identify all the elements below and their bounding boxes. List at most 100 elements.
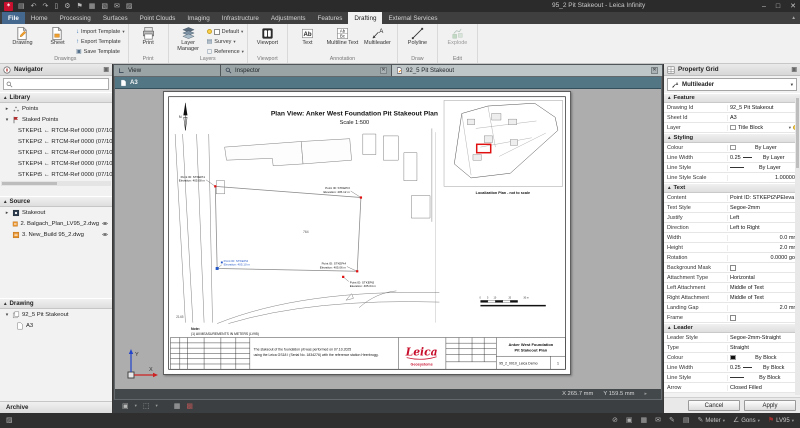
print-button[interactable]: Print [132, 25, 165, 47]
tab-processing[interactable]: Processing [54, 12, 97, 24]
tab-point-clouds[interactable]: Point Clouds [134, 12, 182, 24]
save-template-button[interactable]: ▣Save Template [76, 47, 125, 56]
property-row[interactable]: DirectionLeft to Right▾ [664, 223, 800, 233]
tab-infrastructure[interactable]: Infrastructure [216, 12, 265, 24]
tree-item-stkept4[interactable]: STKEPt4 ← RTCM-Ref 0000 (07/10/ [0, 158, 112, 169]
tree-item-sheet-a3[interactable]: A3 [0, 320, 112, 331]
unit-selector[interactable]: ✎Meter▾ [698, 417, 725, 424]
background-mask-checkbox[interactable] [730, 265, 736, 271]
background-image-icon[interactable]: ▨ [6, 417, 13, 424]
tree-item-stakeout[interactable]: ▸ Stakeout [0, 207, 112, 218]
selector-dropdown-icon[interactable]: ▾ [791, 82, 793, 88]
property-row-content[interactable]: ContentPoint ID: STKEPt2\PEleva [664, 193, 800, 203]
property-row-leader-line-style[interactable]: Line StyleBy Block▾ [664, 373, 800, 383]
tab-view[interactable]: View [114, 65, 220, 76]
active-layer-select[interactable]: Default▾ [207, 27, 244, 36]
drawing-button[interactable]: Drawing [6, 25, 39, 47]
property-row[interactable]: Text StyleSegoe-2mm▾ [664, 203, 800, 213]
property-row[interactable]: Left AttachmentMiddle of Text▾ [664, 283, 800, 293]
sheet-tab-a3[interactable]: A3 [115, 77, 661, 89]
source-section-header[interactable]: ▴Source [0, 196, 112, 207]
tab-external-services[interactable]: External Services [382, 12, 443, 24]
redo-icon[interactable]: ↷ [43, 3, 49, 10]
tree-item-newbuild-dwg[interactable]: 3. New_Build 95_2.dwg [0, 229, 112, 240]
property-row[interactable]: Landing Gap2.0 mm [664, 303, 800, 313]
pan-tool-icon[interactable]: ⬚ [143, 403, 150, 410]
viewport-button[interactable]: Viewport [251, 25, 284, 47]
tab-file[interactable]: File [2, 12, 25, 24]
drawing-canvas[interactable]: N Plan View: Anker West Foundation Pit S… [115, 89, 661, 389]
tree-item-stkept1[interactable]: STKEPt1 ← RTCM-Ref 0000 (07/10/ [0, 125, 112, 136]
tab-features[interactable]: Features [312, 12, 349, 24]
select-tool-dropdown-icon[interactable]: ▾ [135, 404, 137, 409]
explode-button[interactable]: Explode [441, 25, 474, 47]
tab-inspector[interactable]: Inspector ✕ [221, 65, 391, 76]
save-icon[interactable]: ▤ [18, 3, 25, 10]
folder-icon[interactable]: ▤ [683, 417, 690, 424]
multiline-text-button[interactable]: AbBc Multiline Text [326, 25, 359, 47]
minimize-button[interactable]: – [762, 3, 766, 10]
stake-point[interactable] [214, 185, 216, 187]
property-row[interactable]: Right AttachmentMiddle of Text▾ [664, 293, 800, 303]
dropdown-icon[interactable]: ▾ [789, 125, 791, 131]
reference-layer-select[interactable]: ▢Reference▾ [207, 47, 244, 56]
property-row-leader-colour[interactable]: ColourBy Block▾ [664, 353, 800, 363]
grid-snap-icon[interactable]: ▦ [641, 417, 648, 424]
import-template-button[interactable]: ↓Import Template▾ [76, 27, 125, 36]
entity-type-selector[interactable]: A Multileader ▾ [667, 78, 797, 91]
no-filter-icon[interactable]: ⊘ [612, 417, 618, 424]
visibility-eye-icon[interactable] [101, 220, 109, 227]
property-row[interactable]: TypeStraight▾ [664, 343, 800, 353]
tab-home[interactable]: Home [25, 12, 54, 24]
layer-manager-button[interactable]: Layer Manager [172, 25, 205, 53]
property-grid-scrollbar[interactable] [795, 96, 800, 395]
text-button[interactable]: Ab Text [291, 25, 324, 47]
property-row-background-mask[interactable]: Background Mask [664, 263, 800, 273]
property-row-arrow[interactable]: ArrowClosed Filled▾ [664, 383, 800, 393]
property-row-layer[interactable]: LayerTitle Block▾ [664, 123, 800, 133]
apply-button[interactable]: Apply [744, 400, 796, 411]
property-row[interactable]: Height2.0 mm [664, 243, 800, 253]
grid-tool-icon[interactable]: ▦ [174, 403, 181, 410]
mail-icon[interactable]: ✉ [114, 3, 120, 10]
stake-point[interactable] [356, 270, 358, 272]
library-section-header[interactable]: ▴Library [0, 92, 112, 103]
selection-mode-icon[interactable]: ▣ [626, 417, 633, 424]
snap-tool-icon[interactable]: ▩ [186, 403, 193, 410]
tab-adjustments[interactable]: Adjustments [265, 12, 312, 24]
archive-icon[interactable]: ▦ [89, 3, 96, 10]
survey-layer-select[interactable]: ▤Survey▾ [207, 37, 244, 46]
drawing-section-header[interactable]: ▴Drawing [0, 298, 112, 309]
section-feature[interactable]: ▴Feature [664, 93, 800, 103]
tree-item-points[interactable]: ▸ Points [0, 103, 112, 114]
property-row[interactable]: Width0.0 mm [664, 233, 800, 243]
frame-checkbox[interactable] [730, 315, 736, 321]
library-horizontal-scrollbar[interactable] [1, 181, 111, 186]
layer-checkbox[interactable] [214, 29, 220, 35]
multileader-button[interactable]: A Multileader [361, 25, 394, 47]
delete-icon[interactable]: ▯ [54, 3, 58, 10]
archive-section-header[interactable]: Archive [0, 401, 112, 413]
sheet-button[interactable]: Sheet [41, 25, 74, 47]
export-template-button[interactable]: ↑Export Template [76, 37, 125, 46]
property-row[interactable]: Rotation0.0000 gon [664, 253, 800, 263]
tree-item-staked-points[interactable]: ▾ Staked Points [0, 114, 112, 125]
property-row-colour[interactable]: ColourBy Layer▾ [664, 143, 800, 153]
cancel-button[interactable]: Cancel [688, 400, 740, 411]
report-icon[interactable]: ▨ [126, 3, 133, 10]
section-text[interactable]: ▴Text [664, 183, 800, 193]
tree-item-balgach-dwg[interactable]: 2. Balgach_Plan_LV95_2.dwg [0, 218, 112, 229]
property-row[interactable]: Attachment TypeHorizontal▾ [664, 273, 800, 283]
navigator-search[interactable] [3, 78, 109, 90]
image-icon[interactable]: ▧ [101, 3, 108, 10]
close-button[interactable]: ✕ [790, 3, 796, 10]
select-tool-icon[interactable]: ▣ [122, 403, 129, 410]
close-inspector-icon[interactable]: ✕ [380, 67, 387, 74]
visibility-eye-icon[interactable] [101, 231, 109, 238]
tab-drafting[interactable]: Drafting [348, 12, 382, 24]
selection-grip[interactable] [221, 261, 223, 263]
close-stakeout-icon[interactable]: ✕ [651, 67, 658, 74]
settings-icon[interactable]: ⚙ [64, 3, 70, 10]
property-row-line-width[interactable]: Line Width0.25By Layer▾ [664, 153, 800, 163]
pin-icon[interactable]: ▣ [103, 66, 109, 73]
